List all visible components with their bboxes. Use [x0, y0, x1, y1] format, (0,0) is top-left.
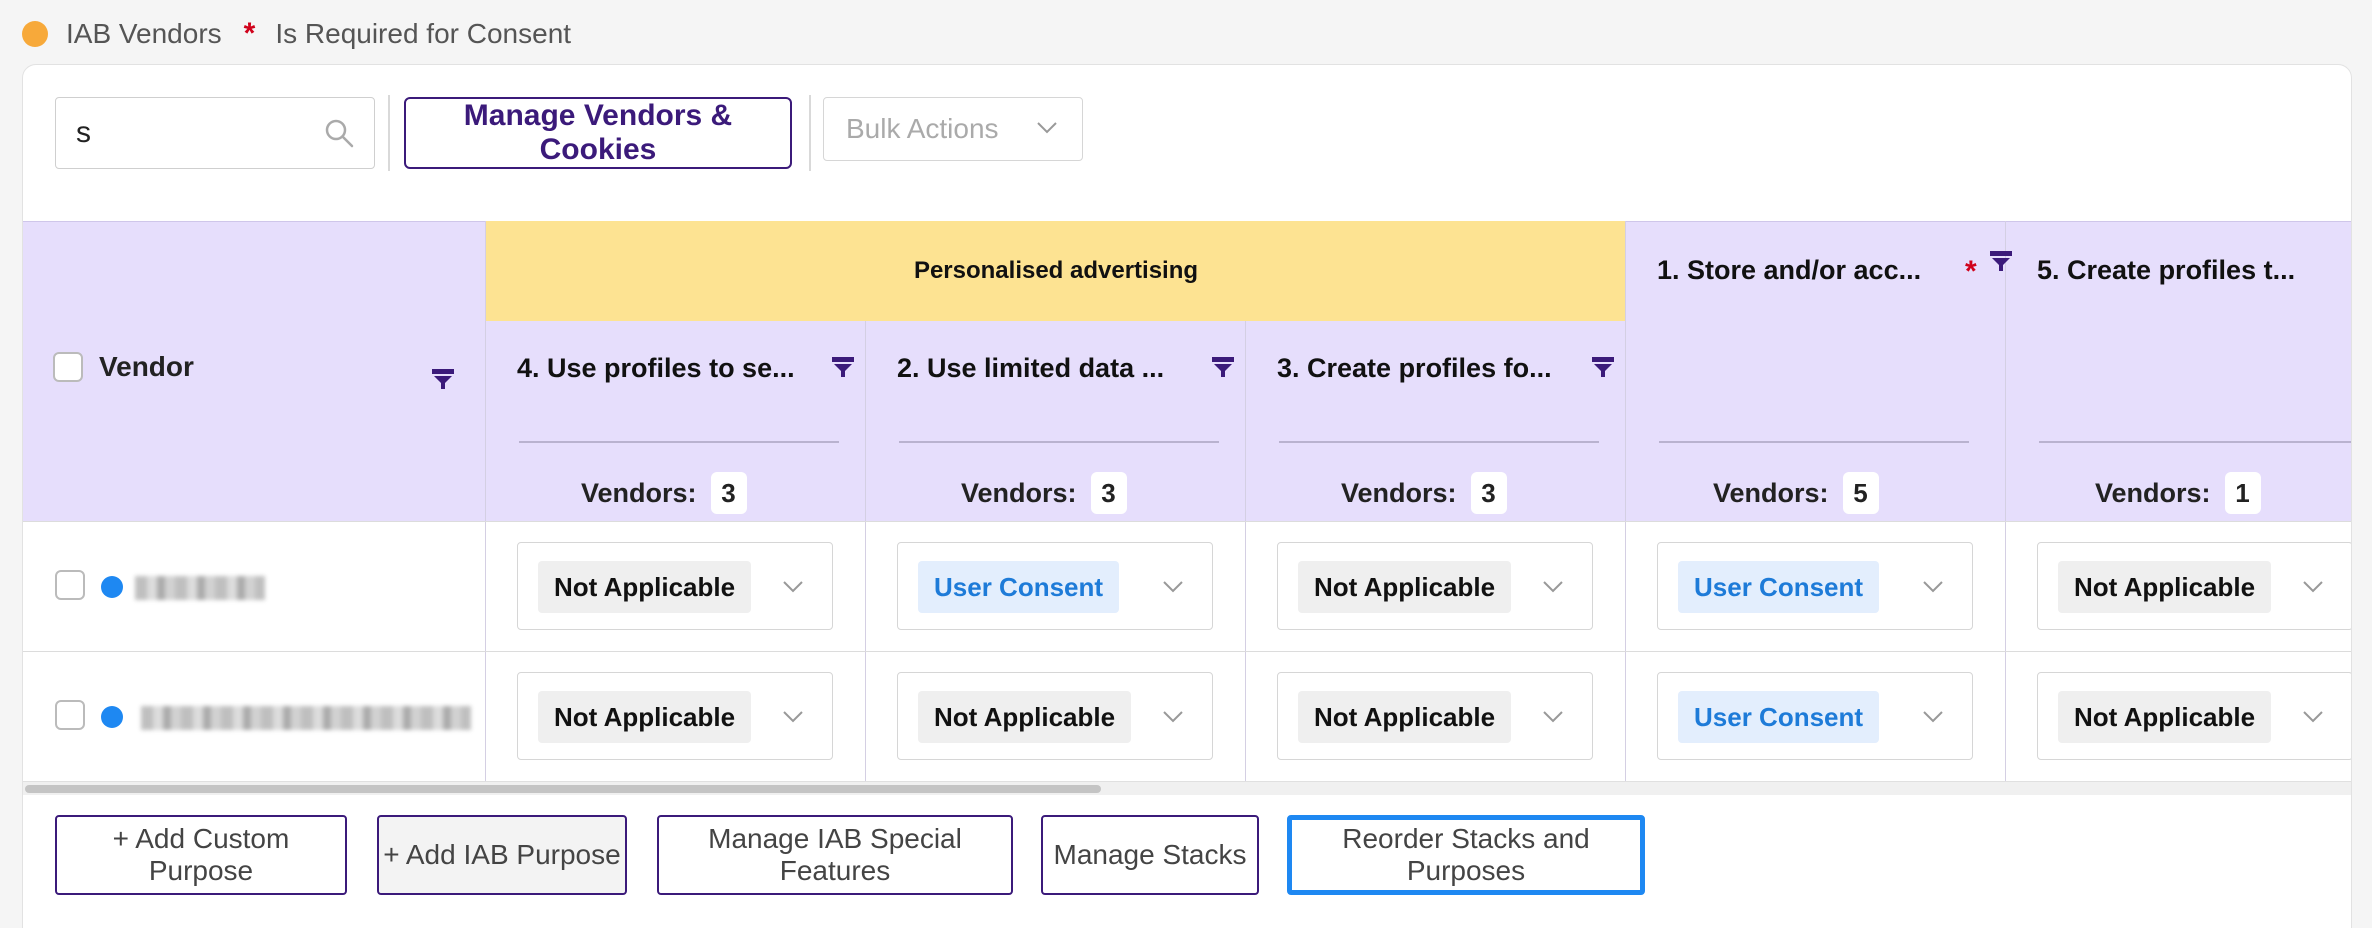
- consent-value: Not Applicable: [918, 691, 1132, 743]
- required-star-icon: *: [243, 17, 256, 50]
- select-all-checkbox[interactable]: [53, 352, 83, 382]
- toolbar-divider: [809, 95, 811, 171]
- consent-select[interactable]: Not Applicable: [517, 542, 833, 630]
- consent-select[interactable]: Not Applicable: [2037, 672, 2351, 760]
- vendor-header-label: Vendor: [99, 351, 194, 382]
- consent-select[interactable]: Not Applicable: [1277, 542, 1593, 630]
- header-divider: [1659, 441, 1969, 443]
- vendor-name-redacted: [141, 706, 471, 730]
- manage-vendors-cookies-button[interactable]: Manage Vendors & Cookies: [404, 97, 792, 169]
- purpose-2-vendor-count: Vendors: 3: [961, 469, 1127, 517]
- purpose-1-vendor-count: Vendors: 5: [1713, 469, 1879, 517]
- consent-select[interactable]: User Consent: [1657, 542, 1973, 630]
- purpose-4-filter-icon[interactable]: [831, 355, 855, 379]
- iab-vendor-dot-icon: [22, 21, 48, 47]
- purpose-4-vendor-count: Vendors: 3: [581, 469, 747, 517]
- header-divider: [1279, 441, 1599, 443]
- search-box: [55, 97, 375, 169]
- chevron-down-icon: [1923, 711, 1943, 723]
- chevron-down-icon: [2303, 581, 2323, 593]
- header-divider: [2039, 441, 2351, 443]
- purpose-3-vendor-count: Vendors: 3: [1341, 469, 1507, 517]
- required-star-icon: *: [1965, 255, 1977, 288]
- consent-select[interactable]: Not Applicable: [2037, 542, 2351, 630]
- chevron-down-icon: [783, 711, 803, 723]
- consent-select[interactable]: Not Applicable: [897, 672, 1213, 760]
- toolbar: Manage Vendors & Cookies Bulk Actions: [23, 65, 2351, 221]
- vendors-label: Vendors:: [1341, 477, 1457, 508]
- row-checkbox[interactable]: [55, 700, 85, 730]
- count-badge: 3: [1470, 472, 1507, 514]
- purpose-4-header: 4. Use profiles to se...: [517, 353, 795, 383]
- count-badge: 5: [1842, 472, 1879, 514]
- toolbar-divider: [388, 95, 390, 171]
- row-checkbox[interactable]: [55, 570, 85, 600]
- chevron-down-icon: [783, 581, 803, 593]
- bulk-actions-label: Bulk Actions: [846, 113, 999, 144]
- purpose-actions: + Add Custom Purpose + Add IAB Purpose M…: [23, 795, 2351, 928]
- horizontal-scrollbar[interactable]: [23, 781, 2351, 795]
- vendors-label: Vendors:: [581, 477, 697, 508]
- consent-value: Not Applicable: [538, 561, 752, 613]
- search-input[interactable]: [56, 98, 316, 168]
- chevron-down-icon: [1037, 122, 1057, 134]
- purpose-1-filter-icon[interactable]: [1989, 249, 2013, 273]
- vendors-label: Vendors:: [961, 477, 1077, 508]
- consent-value: User Consent: [918, 561, 1120, 613]
- chevron-down-icon: [1543, 581, 1563, 593]
- count-badge: 3: [1090, 472, 1127, 514]
- chevron-down-icon: [1543, 711, 1563, 723]
- consent-select[interactable]: User Consent: [897, 542, 1213, 630]
- purposes-table: Personalised advertising Vendor 4. Use p…: [23, 221, 2351, 781]
- count-badge: 1: [2224, 472, 2261, 514]
- reorder-stacks-purposes-button[interactable]: Reorder Stacks and Purposes: [1287, 815, 1645, 895]
- scrollbar-thumb[interactable]: [25, 785, 1101, 793]
- purpose-3-header: 3. Create profiles fo...: [1277, 353, 1552, 383]
- consent-select[interactable]: User Consent: [1657, 672, 1973, 760]
- consent-value: Not Applicable: [1298, 691, 1512, 743]
- consent-value: Not Applicable: [2058, 561, 2272, 613]
- chevron-down-icon: [2303, 711, 2323, 723]
- vendor-status-dot-icon: [101, 576, 123, 598]
- iab-vendors-label: IAB Vendors: [66, 18, 222, 49]
- vendors-label: Vendors:: [2095, 477, 2211, 508]
- purpose-5-vendor-count: Vendors: 1: [2095, 469, 2261, 517]
- vendor-status-dot-icon: [101, 706, 123, 728]
- group-header-personalised-advertising: Personalised advertising: [486, 221, 1626, 321]
- purpose-2-filter-icon[interactable]: [1211, 355, 1235, 379]
- count-badge: 3: [710, 472, 747, 514]
- table-row: Not Applicable User Consent Not Applicab…: [23, 521, 2351, 651]
- purpose-2-header: 2. Use limited data ...: [897, 353, 1165, 383]
- consent-select[interactable]: Not Applicable: [517, 672, 833, 760]
- bulk-actions-dropdown[interactable]: Bulk Actions: [823, 97, 1083, 161]
- search-icon[interactable]: [324, 118, 354, 148]
- purpose-1-header: 1. Store and/or acc...: [1657, 255, 1922, 285]
- table-row: Not Applicable Not Applicable Not Applic…: [23, 651, 2351, 781]
- consent-value: User Consent: [1678, 691, 1880, 743]
- consent-value: Not Applicable: [1298, 561, 1512, 613]
- purposes-panel: Manage Vendors & Cookies Bulk Actions Pe…: [22, 64, 2352, 928]
- consent-select[interactable]: Not Applicable: [1277, 672, 1593, 760]
- purpose-3-filter-icon[interactable]: [1591, 355, 1615, 379]
- add-iab-purpose-button[interactable]: + Add IAB Purpose: [377, 815, 627, 895]
- vendor-filter-icon[interactable]: [431, 367, 455, 391]
- chevron-down-icon: [1163, 581, 1183, 593]
- vendor-column-header: Vendor: [53, 351, 194, 383]
- purpose-5-header: 5. Create profiles t...: [2037, 255, 2296, 285]
- header-divider: [519, 441, 839, 443]
- chevron-down-icon: [1163, 711, 1183, 723]
- required-label: Is Required for Consent: [275, 18, 572, 49]
- chevron-down-icon: [1923, 581, 1943, 593]
- legend: IAB Vendors * Is Required for Consent: [22, 14, 571, 54]
- consent-value: Not Applicable: [538, 691, 752, 743]
- header-divider: [899, 441, 1219, 443]
- manage-stacks-button[interactable]: Manage Stacks: [1041, 815, 1259, 895]
- consent-value: User Consent: [1678, 561, 1880, 613]
- vendor-name-redacted: [135, 576, 265, 600]
- consent-value: Not Applicable: [2058, 691, 2272, 743]
- manage-special-features-button[interactable]: Manage IAB Special Features: [657, 815, 1013, 895]
- add-custom-purpose-button[interactable]: + Add Custom Purpose: [55, 815, 347, 895]
- vendors-label: Vendors:: [1713, 477, 1829, 508]
